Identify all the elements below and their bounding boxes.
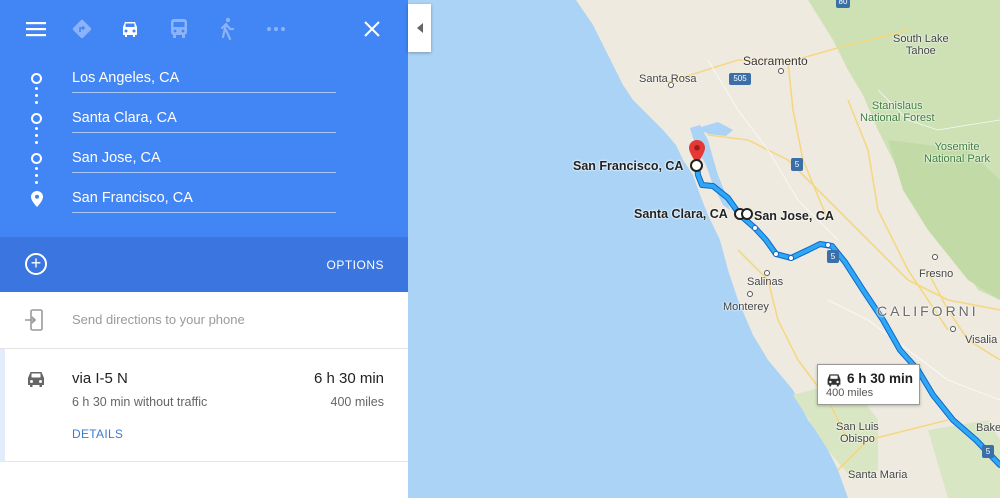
route-via-label: via I-5 N bbox=[72, 370, 128, 387]
map-label-bakersfield: Bake bbox=[976, 422, 1000, 434]
map-label-santa-rosa: Santa Rosa bbox=[639, 73, 697, 85]
san-francisco-waypoint-icon bbox=[690, 159, 703, 172]
map-label-california: CALIFORNI bbox=[877, 303, 979, 319]
waypoint-origin: Los Angeles, CA bbox=[0, 61, 408, 101]
map-label-fresno: Fresno bbox=[919, 268, 954, 280]
origin-circle-icon bbox=[31, 73, 42, 84]
more-options-icon[interactable] bbox=[263, 16, 289, 42]
stop-circle-icon bbox=[31, 153, 42, 164]
send-to-phone-icon bbox=[25, 309, 43, 331]
stop-1-input[interactable]: Santa Clara, CA bbox=[72, 101, 336, 133]
collapse-panel-button[interactable] bbox=[408, 4, 431, 52]
map-label-monterey: Monterey bbox=[723, 301, 769, 313]
fresno-dot bbox=[932, 254, 938, 260]
options-button[interactable]: OPTIONS bbox=[326, 258, 384, 272]
map-label-salinas: Salinas bbox=[747, 276, 784, 288]
best-travel-mode-icon[interactable] bbox=[69, 16, 95, 42]
route-duration: 6 h 30 min bbox=[313, 370, 384, 387]
route-info-bubble[interactable]: 6 h 30 min 400 miles bbox=[817, 364, 920, 405]
route-option-card[interactable]: via I-5 N 6 h 30 min 6 h 30 min without … bbox=[0, 349, 408, 462]
send-to-phone-label: Send directions to your phone bbox=[72, 312, 245, 327]
route-traffic-note: 6 h 30 min without traffic bbox=[72, 395, 208, 409]
menu-icon[interactable] bbox=[23, 16, 49, 42]
route-distance: 400 miles bbox=[330, 395, 385, 409]
map-canvas[interactable]: 80 505 5 5 5 bbox=[408, 0, 1000, 498]
collapse-arrow-icon bbox=[416, 23, 423, 33]
map-label-san-francisco: San Francisco, CA bbox=[573, 159, 684, 173]
highway-shield-number: 5 bbox=[830, 252, 836, 261]
directions-panel: Los Angeles, CA Santa Clara, CA San Jose… bbox=[0, 0, 408, 498]
visalia-dot bbox=[950, 326, 956, 332]
map-background bbox=[408, 0, 1000, 498]
highway-shield: 5 bbox=[827, 250, 839, 263]
directions-header: Los Angeles, CA Santa Clara, CA San Jose… bbox=[0, 0, 408, 237]
route-bubble-duration: 6 h 30 min bbox=[847, 371, 914, 386]
map-label-santa-clara: Santa Clara, CA bbox=[634, 207, 728, 221]
highway-shield-number: 5 bbox=[794, 160, 800, 169]
map-label-santa-maria: Santa Maria bbox=[848, 469, 908, 481]
highway-shield: 5 bbox=[791, 158, 803, 171]
origin-input[interactable]: Los Angeles, CA bbox=[72, 61, 336, 93]
walking-mode-icon[interactable] bbox=[214, 16, 240, 42]
map-label-stanislaus: Stanislaus National Forest bbox=[860, 100, 935, 124]
close-icon[interactable] bbox=[359, 16, 385, 42]
selected-route-indicator bbox=[0, 349, 5, 462]
add-destination-icon[interactable]: + bbox=[25, 253, 47, 275]
route-bubble-distance: 400 miles bbox=[826, 387, 874, 399]
san-jose-waypoint-icon bbox=[741, 208, 753, 220]
monterey-dot bbox=[747, 291, 753, 297]
send-to-phone-row[interactable]: Send directions to your phone bbox=[0, 292, 408, 349]
transit-mode-icon[interactable] bbox=[166, 16, 192, 42]
map-label-sacramento: Sacramento bbox=[743, 54, 808, 68]
highway-shield-number: 80 bbox=[838, 0, 848, 6]
highway-shield: 80 bbox=[836, 0, 850, 8]
map-label-san-luis-obispo: San Luis Obispo bbox=[836, 421, 879, 445]
driving-mode-icon[interactable] bbox=[117, 16, 143, 42]
map-label-visalia: Visalia bbox=[965, 334, 998, 346]
highway-shield-number: 5 bbox=[985, 447, 991, 456]
highway-shield-number: 505 bbox=[733, 74, 747, 83]
map-label-san-jose: San Jose, CA bbox=[754, 209, 834, 223]
car-icon bbox=[827, 374, 841, 387]
highway-shield: 505 bbox=[729, 73, 751, 85]
destination-pin-icon bbox=[31, 191, 43, 207]
waypoint-stop-2: San Jose, CA bbox=[0, 141, 408, 181]
details-link[interactable]: DETAILS bbox=[72, 427, 123, 441]
highway-shield: 5 bbox=[982, 445, 994, 458]
stop-circle-icon bbox=[31, 113, 42, 124]
map-label-yosemite: Yosemite National Park bbox=[924, 141, 991, 165]
destination-input[interactable]: San Francisco, CA bbox=[72, 181, 336, 213]
sacramento-dot bbox=[778, 68, 784, 74]
waypoint-stop-1: Santa Clara, CA bbox=[0, 101, 408, 141]
waypoint-destination: San Francisco, CA bbox=[0, 181, 408, 221]
stop-2-input[interactable]: San Jose, CA bbox=[72, 141, 336, 173]
car-icon bbox=[28, 372, 44, 387]
map-label-south-lake-tahoe: South Lake Tahoe bbox=[893, 33, 949, 57]
